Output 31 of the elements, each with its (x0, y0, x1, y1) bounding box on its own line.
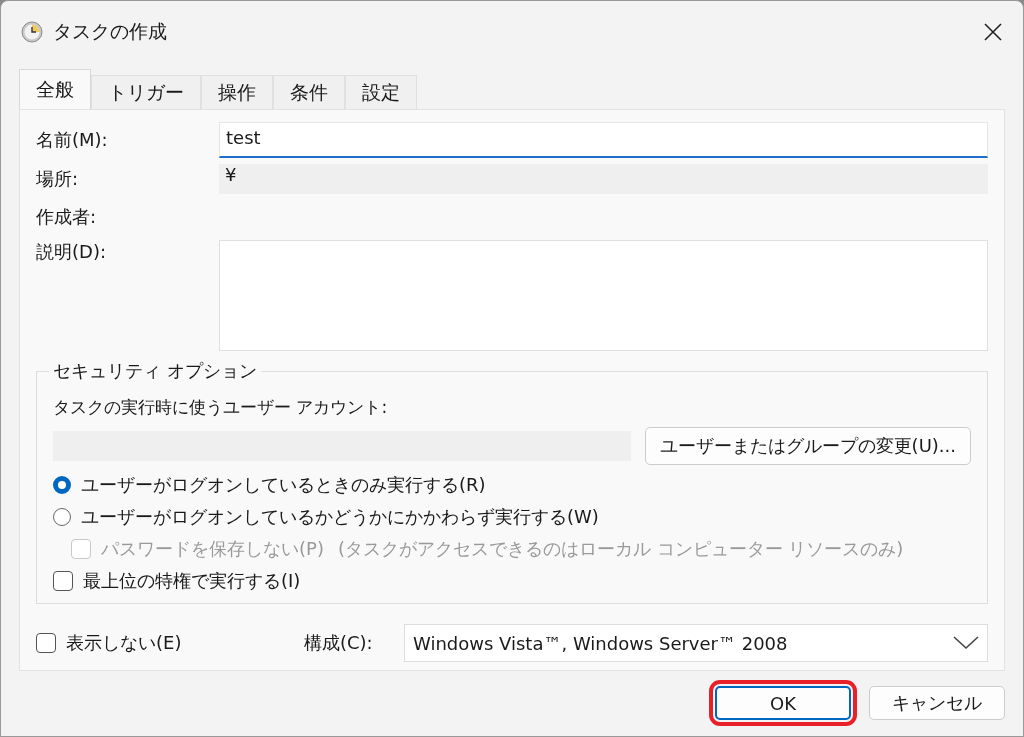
option-label[interactable]: ユーザーがログオンしているかどうかにかかわらず実行する(W) (81, 505, 599, 529)
radio-button[interactable] (53, 476, 71, 494)
field-label: 構成(C): (304, 631, 374, 655)
field-label: 場所: (36, 167, 80, 191)
tab[interactable]: 操作 (201, 75, 273, 109)
field-label: 作成者: (36, 205, 98, 229)
clock-icon (21, 21, 43, 43)
configure-dropdown[interactable]: Windows Vista™, Windows Server™ 2008 (404, 624, 988, 662)
field-label: 名前(M): (36, 128, 109, 152)
field-label: 説明(D): (36, 240, 107, 264)
option-note: (タスクがアクセスできるのはローカル コンピューター リソースのみ) (337, 537, 904, 561)
description-field[interactable] (219, 240, 988, 351)
change-user-button[interactable]: ユーザーまたはグループの変更(U)... (644, 427, 971, 465)
radio-button[interactable] (53, 508, 71, 526)
window-title: タスクの作成 (53, 19, 168, 44)
tab[interactable]: トリガー (91, 75, 201, 109)
group-title: セキュリティ オプション (49, 359, 261, 383)
tab[interactable]: 設定 (345, 75, 417, 109)
option-label[interactable]: ユーザーがログオンしているときのみ実行する(R) (81, 473, 486, 497)
location-field: ¥ (219, 164, 988, 194)
chevron-down-icon (953, 636, 979, 650)
name-field[interactable]: test (219, 122, 988, 158)
close-icon (984, 23, 1002, 41)
checkbox[interactable] (36, 633, 56, 653)
tab[interactable]: 全般 (19, 69, 91, 109)
option-label[interactable]: 表示しない(E) (66, 631, 182, 655)
tab[interactable]: 条件 (273, 75, 345, 109)
dialog-button[interactable]: キャンセル (869, 686, 1005, 720)
checkbox[interactable] (53, 571, 73, 591)
account-label: タスクの実行時に使うユーザー アカウント: (53, 396, 389, 419)
option-label[interactable]: 最上位の特権で実行する(I) (83, 569, 301, 593)
